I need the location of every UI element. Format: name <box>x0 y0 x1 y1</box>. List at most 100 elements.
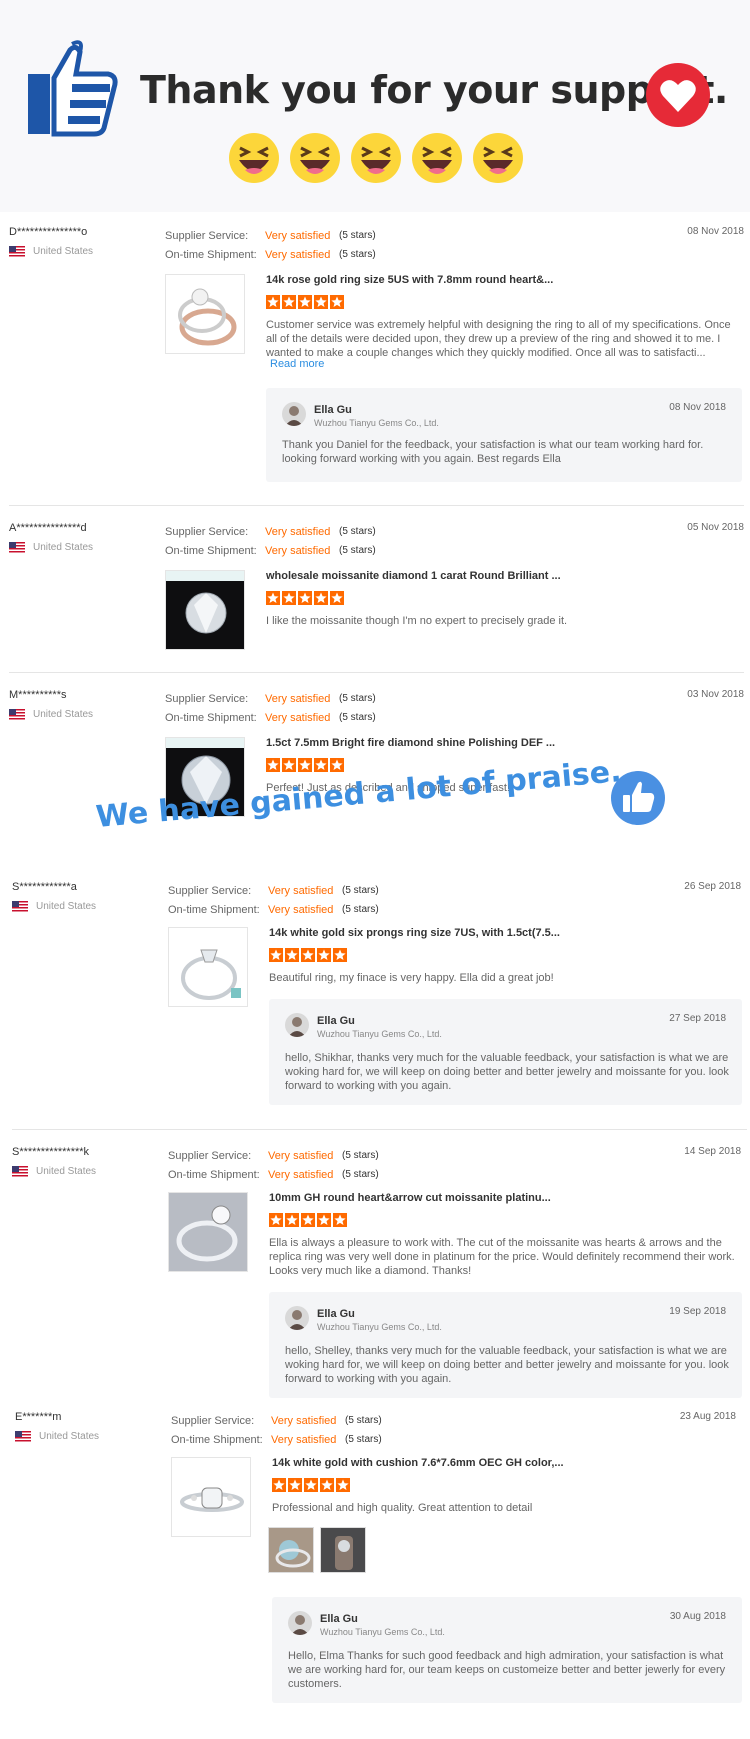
review-text: Professional and high quality. Great att… <box>272 1502 533 1514</box>
review-photo[interactable] <box>320 1527 366 1573</box>
reviewer-country: United States <box>12 901 96 912</box>
review-text: Customer service was extremely helpful w… <box>266 319 731 359</box>
supplier-service-value: Very satisfied <box>268 1149 334 1162</box>
star-icon <box>314 758 328 772</box>
seller-reply: Ella Gu Wuzhou Tianyu Gems Co., Ltd. 30 … <box>272 1597 742 1703</box>
supplier-service-label: Supplier Service: <box>168 1149 252 1162</box>
product-title-link[interactable]: 14k white gold with cushion 7.6*7.6mm OE… <box>272 1457 564 1469</box>
divider <box>9 672 744 673</box>
country-label: United States <box>39 1431 100 1442</box>
star-icon <box>314 295 328 309</box>
product-thumbnail[interactable] <box>165 570 245 650</box>
star-icon <box>272 1478 286 1492</box>
ontime-shipment-label: On-time Shipment: <box>171 1433 263 1446</box>
star-icon <box>330 295 344 309</box>
avatar <box>285 1306 309 1330</box>
reply-author: Ella Gu <box>314 404 352 416</box>
star-icon <box>317 948 331 962</box>
ontime-shipment-label: On-time Shipment: <box>165 248 257 261</box>
star-icon <box>269 948 283 962</box>
reviewer-country: United States <box>9 709 93 720</box>
star-rating <box>269 948 347 962</box>
header-banner: Thank you for your support. <box>0 0 750 212</box>
thumbs-up-badge-icon <box>611 771 665 825</box>
avatar <box>282 402 306 426</box>
product-title-link[interactable]: 14k rose gold ring size 5US with 7.8mm r… <box>266 274 553 286</box>
reply-text: Thank you Daniel for the feedback, your … <box>282 439 704 465</box>
star-icon <box>333 948 347 962</box>
country-label: United States <box>33 542 94 553</box>
supplier-service-value: Very satisfied <box>271 1414 337 1427</box>
star-icon <box>288 1478 302 1492</box>
product-title-link[interactable]: 10mm GH round heart&arrow cut moissanite… <box>269 1192 551 1204</box>
ontime-shipment-label: On-time Shipment: <box>168 903 260 916</box>
review-date: 03 Nov 2018 <box>687 689 744 700</box>
reply-company: Wuzhou Tianyu Gems Co., Ltd. <box>317 1029 442 1039</box>
product-title-link[interactable]: wholesale moissanite diamond 1 carat Rou… <box>266 570 561 582</box>
supplier-service-value: Very satisfied <box>265 692 331 705</box>
review-photo[interactable] <box>268 1527 314 1573</box>
supplier-service-value: Very satisfied <box>268 884 334 897</box>
product-title-link[interactable]: 14k white gold six prongs ring size 7US,… <box>269 927 560 939</box>
us-flag-icon <box>15 1431 31 1442</box>
supplier-service-stars: (5 stars) <box>345 1415 382 1426</box>
product-thumbnail[interactable] <box>171 1457 251 1537</box>
review-text: Beautiful ring, my finace is very happy.… <box>269 972 554 984</box>
product-thumbnail[interactable] <box>168 1192 248 1272</box>
ontime-shipment-stars: (5 stars) <box>342 904 379 915</box>
country-label: United States <box>36 1166 97 1177</box>
star-rating <box>272 1478 350 1492</box>
supplier-service-stars: (5 stars) <box>339 693 376 704</box>
star-icon <box>282 758 296 772</box>
reviewer-country: United States <box>9 246 93 257</box>
supplier-service-value: Very satisfied <box>265 525 331 538</box>
laughing-emoji-icon <box>412 133 462 183</box>
star-icon <box>282 591 296 605</box>
white-gold-ring-image <box>181 949 241 1000</box>
ontime-shipment-value: Very satisfied <box>268 1168 334 1181</box>
rating-block: Supplier Service: Very satisfied (5 stars)… <box>168 1146 379 1184</box>
reply-date: 27 Sep 2018 <box>669 1013 726 1024</box>
product-thumbnail[interactable] <box>168 927 248 1007</box>
star-icon <box>317 1213 331 1227</box>
ontime-shipment-value: Very satisfied <box>265 544 331 557</box>
reply-text: Hello, Elma Thanks for such good feedbac… <box>288 1650 726 1690</box>
ontime-shipment-label: On-time Shipment: <box>165 711 257 724</box>
reviewer-name: S************a <box>12 881 77 893</box>
reviewer-country: United States <box>9 542 93 553</box>
reply-text: hello, Shelley, thanks very much for the… <box>285 1345 729 1385</box>
review-date: 05 Nov 2018 <box>687 522 744 533</box>
star-icon <box>301 1213 315 1227</box>
supplier-service-label: Supplier Service: <box>165 525 249 538</box>
avatar <box>285 1013 309 1037</box>
ontime-shipment-stars: (5 stars) <box>339 712 376 723</box>
us-flag-icon <box>9 709 25 720</box>
review-date: 23 Aug 2018 <box>679 1411 736 1422</box>
product-title-link[interactable]: 1.5ct 7.5mm Bright fire diamond shine Po… <box>266 737 555 749</box>
ontime-shipment-value: Very satisfied <box>268 903 334 916</box>
reviewer-name: D***************o <box>9 226 88 238</box>
rating-block: Supplier Service: Very satisfied (5 stars)… <box>171 1411 382 1449</box>
star-rating <box>266 295 344 309</box>
ontime-shipment-label: On-time Shipment: <box>165 544 257 557</box>
reply-author: Ella Gu <box>317 1015 355 1027</box>
ontime-shipment-value: Very satisfied <box>265 711 331 724</box>
review-item: A***************d United States Supplier… <box>0 522 750 652</box>
review-text: I like the moissanite though I'm no expe… <box>266 615 568 627</box>
star-icon <box>285 948 299 962</box>
ontime-shipment-value: Very satisfied <box>265 248 331 261</box>
supplier-service-label: Supplier Service: <box>165 692 249 705</box>
customer-photo-ring-image <box>269 1528 313 1572</box>
rose-gold-ring-image <box>178 288 237 346</box>
reply-author: Ella Gu <box>317 1308 355 1320</box>
country-label: United States <box>33 246 94 257</box>
laughing-emoji-icon <box>229 133 279 183</box>
product-thumbnail[interactable] <box>165 274 245 354</box>
star-rating <box>266 591 344 605</box>
review-item: S************a United States Supplier Se… <box>3 881 750 1111</box>
read-more-link[interactable]: Read more <box>270 358 324 370</box>
star-icon <box>298 591 312 605</box>
ontime-shipment-stars: (5 stars) <box>342 1169 379 1180</box>
star-icon <box>333 1213 347 1227</box>
laughing-emoji-icon <box>290 133 340 183</box>
